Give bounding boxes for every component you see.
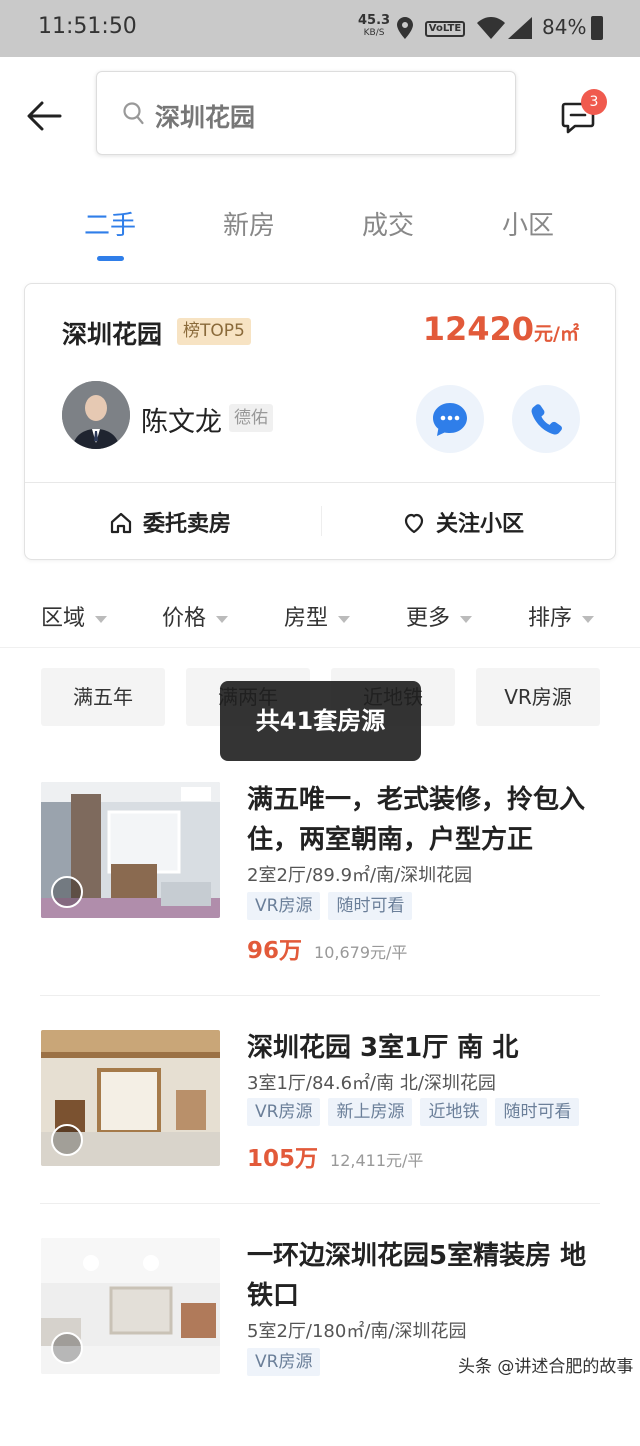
filter-sort[interactable]: 排序 (528, 600, 595, 632)
dropdown-arrow-icon (95, 615, 108, 623)
network-speed-value: 45.3 (358, 13, 391, 28)
listing-total-price: 96万 (247, 938, 303, 964)
follow-community-label: 关注小区 (436, 512, 525, 537)
message-badge: 3 (581, 89, 607, 115)
listing-tags: VR房源 新上房源 近地铁 随时可看 (247, 1098, 587, 1126)
phone-icon (531, 404, 562, 435)
network-speed-unit: KB/S (363, 28, 385, 38)
listing-tag: 随时可看 (495, 1098, 580, 1126)
listing-title: 深圳花园 3室1厅 南 北 (247, 1033, 519, 1063)
location-icon (397, 17, 413, 39)
filter-more[interactable]: 更多 (406, 600, 473, 632)
community-price-value: 12420 (422, 310, 535, 348)
home-icon (110, 512, 132, 534)
active-tab-indicator (97, 256, 124, 261)
wifi-icon (477, 17, 505, 39)
follow-community-button[interactable]: 关注小区 (402, 506, 524, 538)
chat-agent-button[interactable] (416, 385, 484, 453)
listing-total-price: 105万 (247, 1146, 319, 1172)
filter-sort-label: 排序 (528, 606, 573, 631)
agent-name: 陈文龙 (141, 407, 222, 438)
listing-photo (41, 1030, 220, 1166)
listing-meta: 5室2厅/180㎡/南/深圳花园 (247, 1321, 467, 1342)
listing-item[interactable]: 深圳花园 3室1厅 南 北 3室1厅/84.6㎡/南 北/深圳花园 VR房源 新上… (0, 1030, 640, 1238)
community-card[interactable]: 深圳花园 榜TOP5 12420元/㎡ 陈文龙 德佑 委托卖房 关注小区 (24, 283, 616, 560)
community-name: 深圳花园 (62, 320, 163, 349)
search-icon (123, 102, 144, 125)
listing-meta: 2室2厅/89.9㎡/南/深圳花园 (247, 865, 473, 886)
listing-tag: 随时可看 (328, 892, 413, 920)
filter-divider (0, 647, 640, 648)
search-value: 深圳花园 (155, 103, 256, 132)
listing-title: 一环边深圳花园5室精装房 地铁口 (247, 1241, 587, 1311)
dropdown-arrow-icon (460, 615, 473, 623)
status-time: 11:51:50 (38, 14, 137, 39)
watermark: 头条 @讲述合肥的故事 (458, 1357, 634, 1377)
listing-tag: VR房源 (247, 1348, 321, 1376)
listing-meta: 3室1厅/84.6㎡/南 北/深圳花园 (247, 1073, 496, 1094)
listing-divider (40, 1203, 600, 1204)
volte-icon: VoLTE (425, 21, 465, 37)
listing-count-toast: 共41套房源 (220, 681, 421, 761)
filter-district[interactable]: 区域 (41, 600, 108, 632)
listing-photo (41, 1238, 220, 1374)
listing-tag: VR房源 (247, 1098, 321, 1126)
agent-company: 德佑 (229, 404, 273, 432)
filter-district-label: 区域 (41, 606, 86, 631)
listing-item[interactable]: 满五唯一，老式装修，拎包入住，两室朝南，户型方正 2室2厅/89.9㎡/南/深圳… (0, 782, 640, 990)
vr-badge-icon (51, 1332, 83, 1364)
listing-unit-price: 12,411元/平 (330, 1151, 424, 1170)
cell-signal-icon (508, 17, 532, 39)
filter-price-label: 价格 (162, 606, 207, 631)
listing-item[interactable]: 一环边深圳花园5室精装房 地铁口 5室2厅/180㎡/南/深圳花园 VR房源 (0, 1238, 640, 1446)
chip-vr-listings[interactable]: VR房源 (476, 668, 600, 726)
agent-photo-icon (62, 381, 130, 449)
dropdown-arrow-icon (582, 615, 595, 623)
filter-layout-label: 房型 (284, 606, 329, 631)
agent-avatar[interactable] (62, 381, 130, 449)
heart-icon (404, 513, 424, 534)
entrust-sell-label: 委托卖房 (143, 512, 232, 537)
tab-communities[interactable]: 小区 (502, 205, 554, 242)
listing-tags: VR房源 随时可看 (247, 892, 420, 920)
status-bar: 11:51:50 45.3 KB/S VoLTE 84% (0, 0, 640, 57)
filter-price[interactable]: 价格 (162, 600, 229, 632)
listing-price: 105万 12,411元/平 (247, 1139, 423, 1173)
filter-more-label: 更多 (406, 606, 451, 631)
listing-photo (41, 782, 220, 918)
network-speed: 45.3 KB/S (358, 14, 390, 40)
listing-divider (40, 995, 600, 996)
tab-new-homes[interactable]: 新房 (223, 205, 275, 242)
community-price-unit: 元/㎡ (534, 323, 579, 345)
card-divider (25, 482, 615, 483)
entrust-sell-button[interactable]: 委托卖房 (109, 506, 231, 538)
vr-badge-icon (51, 876, 83, 908)
community-price: 12420元/㎡ (423, 310, 579, 348)
filter-layout[interactable]: 房型 (284, 600, 351, 632)
listing-price: 96万 10,679元/平 (247, 931, 407, 965)
chat-bubble-icon (433, 403, 467, 436)
listing-tag: 新上房源 (328, 1098, 413, 1126)
battery-percent: 84% (542, 15, 587, 39)
card-action-divider (321, 506, 322, 536)
listing-tag: VR房源 (247, 892, 321, 920)
dropdown-arrow-icon (338, 615, 351, 623)
listing-tag: 近地铁 (420, 1098, 488, 1126)
listing-unit-price: 10,679元/平 (314, 943, 408, 962)
listing-title: 满五唯一，老式装修，拎包入住，两室朝南，户型方正 (247, 785, 586, 855)
rank-badge: 榜TOP5 (177, 318, 251, 345)
tab-second-hand[interactable]: 二手 (84, 205, 136, 242)
vr-badge-icon (51, 1124, 83, 1156)
search-input[interactable]: 深圳花园 (96, 71, 516, 155)
battery-icon (591, 16, 603, 40)
tab-transactions[interactable]: 成交 (362, 205, 414, 242)
chip-over-five-years[interactable]: 满五年 (41, 668, 165, 726)
listing-tags: VR房源 (247, 1348, 328, 1376)
call-agent-button[interactable] (512, 385, 580, 453)
back-arrow-icon[interactable] (24, 96, 64, 136)
dropdown-arrow-icon (216, 615, 229, 623)
